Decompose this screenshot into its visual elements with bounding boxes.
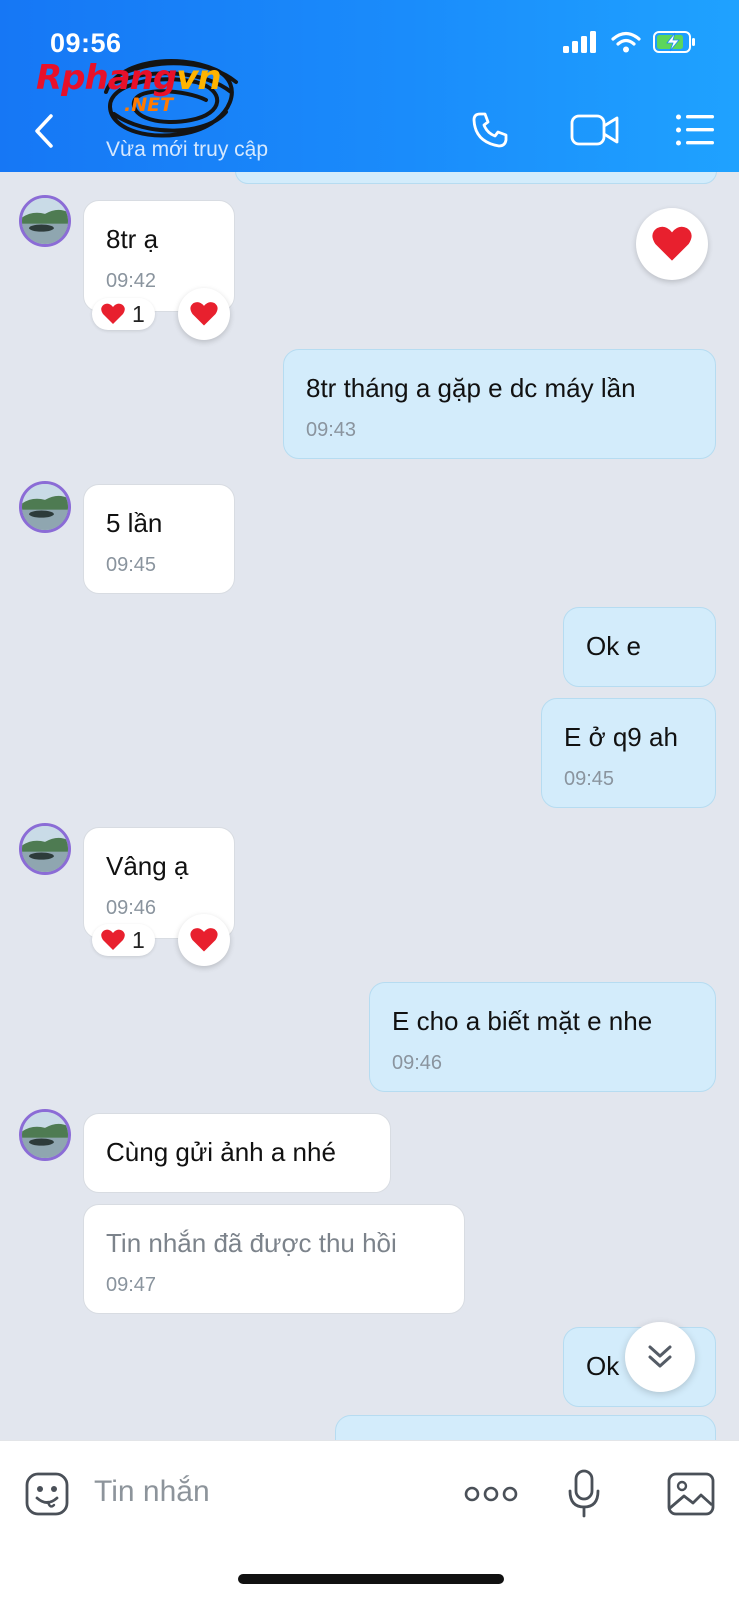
image-gallery-icon (667, 1472, 715, 1516)
message-text: Ok e (586, 631, 641, 661)
back-button[interactable] (26, 108, 62, 154)
last-seen-status: Vừa mới truy cập (106, 138, 269, 161)
heart-icon (101, 929, 125, 950)
message-bubble-incoming[interactable]: Cùng gửi ảnh a nhé (83, 1113, 391, 1193)
message-time: 09:47 (106, 1274, 157, 1296)
heart-icon (190, 928, 218, 952)
message-bubble-outgoing[interactable]: Ok e (563, 607, 716, 687)
reaction-popup-heart[interactable] (636, 208, 708, 280)
message-text: 8tr tháng a gặp e dc máy lần (306, 373, 636, 403)
sticker-emoji-icon (25, 1472, 69, 1516)
message-bubble-outgoing[interactable]: E cho a biết mặt e nhe 09:46 (369, 982, 716, 1092)
message-bubble-outgoing[interactable]: 8tr tháng a gặp e dc máy lần 09:43 (283, 349, 716, 459)
avatar-photo (22, 198, 68, 244)
avatar-photo (22, 1112, 68, 1158)
more-options-button[interactable] (464, 1467, 518, 1521)
phone-icon (472, 112, 508, 148)
message-time: 09:43 (306, 419, 357, 441)
react-button[interactable] (178, 288, 230, 340)
message-text: Ok (586, 1351, 620, 1381)
message-text: Tin nhắn đã được thu hồi (106, 1228, 397, 1258)
recalled-message-bubble[interactable]: Tin nhắn đã được thu hồi 09:47 (83, 1204, 465, 1314)
contact-avatar[interactable] (19, 823, 71, 875)
call-button[interactable] (468, 106, 512, 154)
message-bubble-incoming[interactable]: 5 lần 09:45 (83, 484, 235, 594)
more-dots-icon (464, 1486, 518, 1502)
message-composer: Tin nhắn (0, 1440, 739, 1601)
menu-list-icon (676, 114, 714, 146)
double-chevron-down-icon (648, 1345, 672, 1368)
menu-button[interactable] (674, 106, 716, 154)
reaction-summary[interactable]: 1 (92, 924, 155, 956)
scroll-to-bottom-button[interactable] (625, 1322, 695, 1392)
message-time: 09:45 (564, 768, 615, 790)
message-text: Cùng gửi ảnh a nhé (106, 1137, 336, 1167)
message-input[interactable]: Tin nhắn (94, 1475, 210, 1509)
message-text: 5 lần (106, 508, 163, 538)
chat-header: 09:56 Rphangvn .NET Vừa mới truy cập (0, 0, 739, 172)
heart-icon (101, 303, 125, 324)
contact-avatar[interactable] (19, 1109, 71, 1161)
avatar-photo (22, 826, 68, 872)
heart-icon (652, 226, 692, 261)
reaction-count: 1 (132, 300, 145, 327)
status-icons (563, 30, 697, 54)
heart-icon (190, 302, 218, 326)
message-time: 09:45 (106, 554, 157, 576)
avatar-photo (22, 484, 68, 530)
home-indicator (238, 1574, 504, 1584)
contact-avatar[interactable] (19, 195, 71, 247)
message-text: Vâng ạ (106, 851, 189, 881)
voice-message-button[interactable] (566, 1467, 602, 1521)
watermark-logo: Rphangvn .NET (36, 58, 222, 116)
message-text: E cho a biết mặt e nhe (392, 1006, 653, 1036)
reaction-summary[interactable]: 1 (92, 298, 155, 330)
video-call-button[interactable] (568, 106, 622, 154)
reaction-count: 1 (132, 926, 145, 953)
battery-charging-icon (653, 31, 695, 53)
wifi-icon (611, 31, 641, 53)
signal-icon (563, 31, 596, 53)
message-list[interactable]: 8tr ạ 09:42 1 8tr tháng a gặp e dc máy l… (0, 172, 739, 1440)
video-call-icon (570, 114, 619, 146)
message-bubble-outgoing[interactable]: E ở q9 ah 09:45 (541, 698, 716, 808)
back-chevron-icon (35, 114, 53, 148)
contact-avatar[interactable] (19, 481, 71, 533)
message-bubble-outgoing-partial[interactable] (335, 1415, 716, 1440)
microphone-icon (568, 1469, 600, 1518)
react-button[interactable] (178, 914, 230, 966)
message-text: 8tr ạ (106, 224, 159, 254)
message-time: 09:46 (392, 1052, 443, 1074)
sticker-button[interactable] (22, 1467, 72, 1521)
previous-message-edge (235, 172, 717, 184)
message-text: E ở q9 ah (564, 722, 678, 752)
gallery-button[interactable] (666, 1467, 716, 1521)
